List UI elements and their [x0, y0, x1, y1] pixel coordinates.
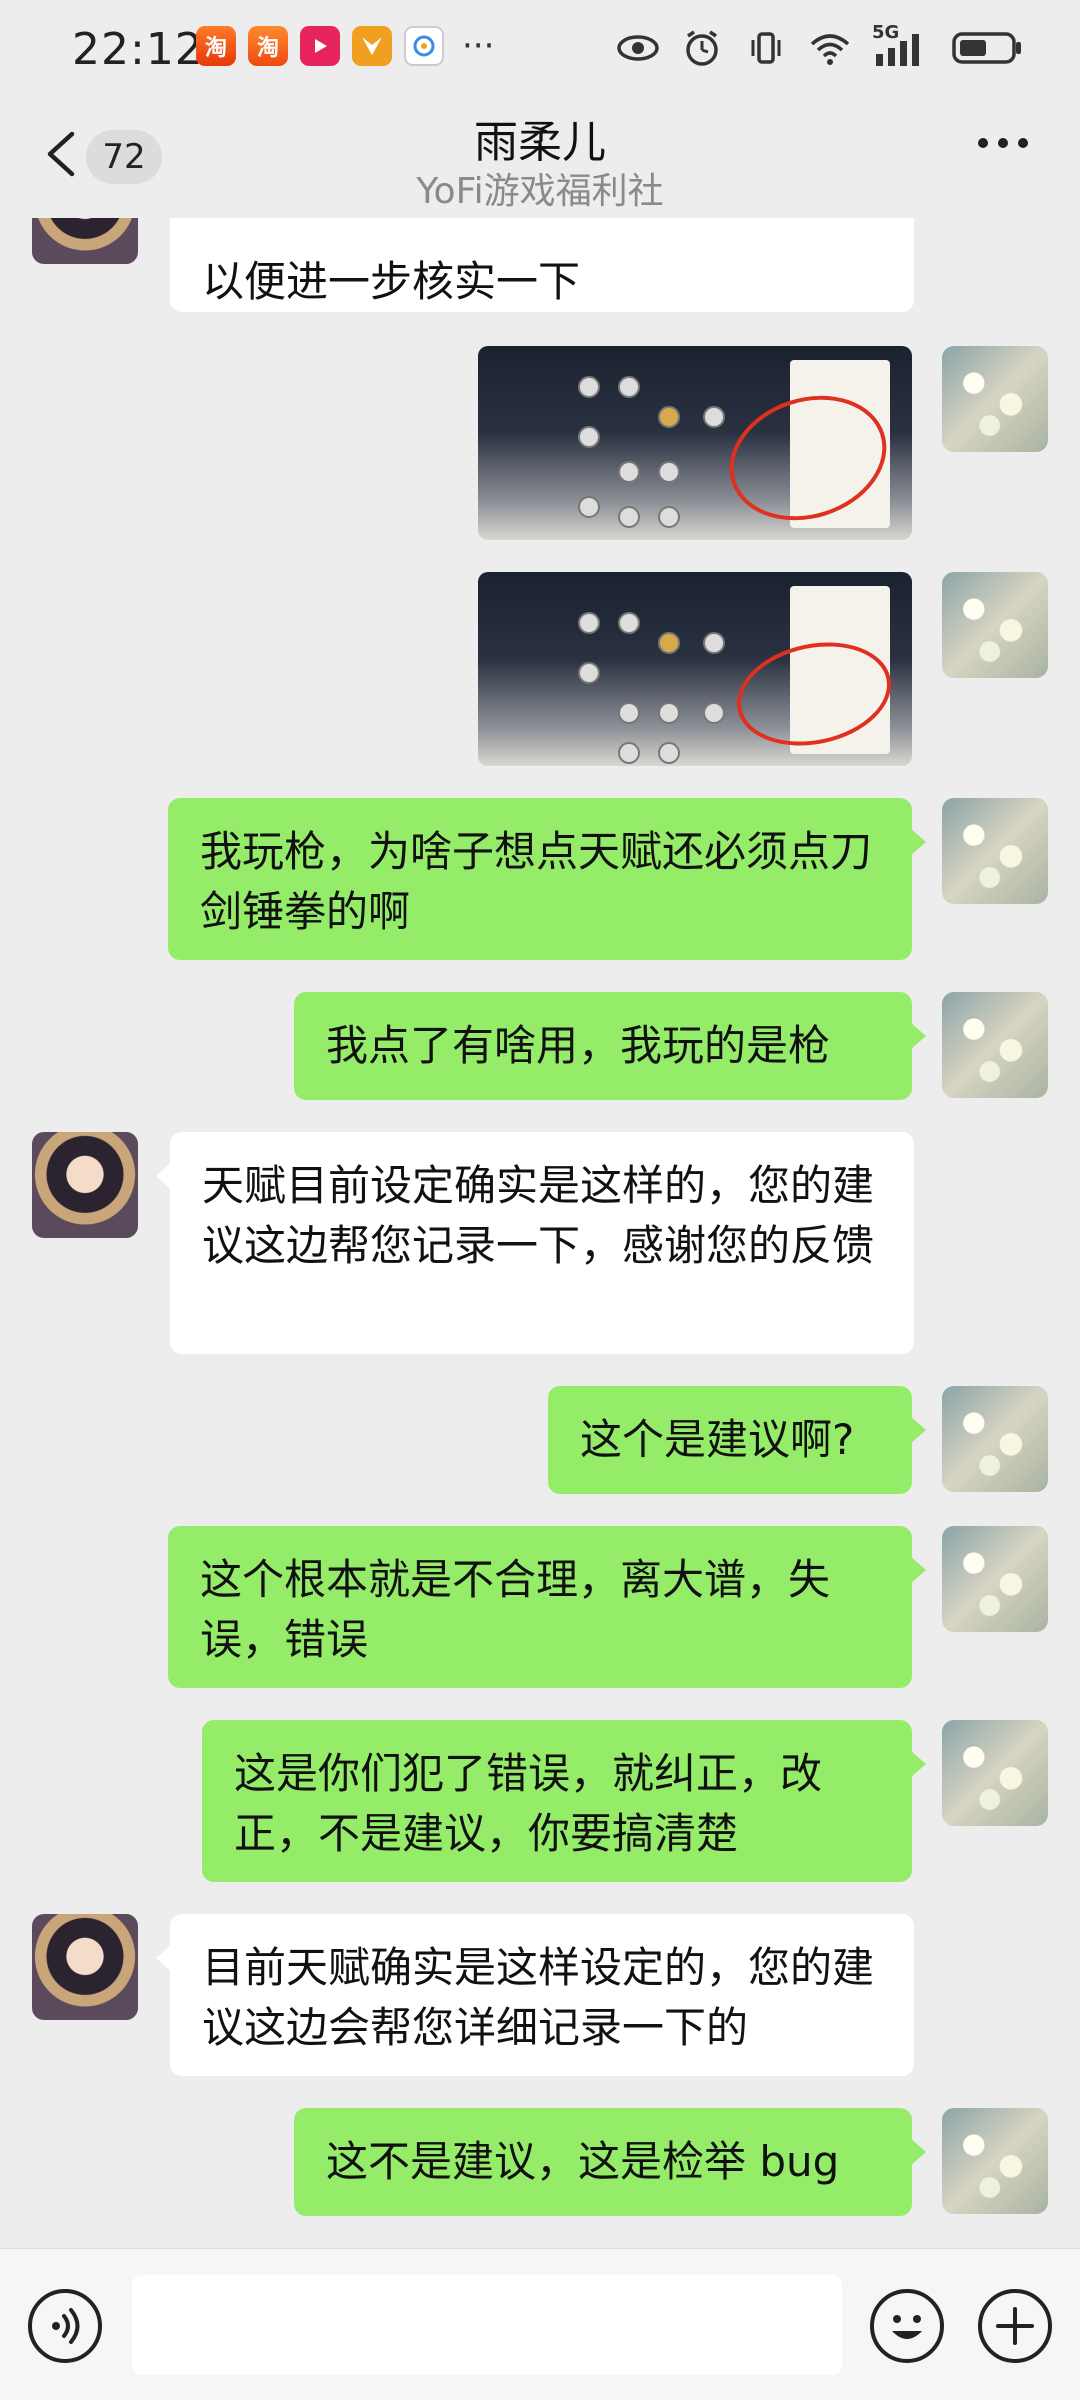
cellular-signal-icon: 5G [872, 22, 932, 68]
outgoing-message[interactable]: 这个是建议啊? [548, 1386, 926, 1494]
skill-node-icon [578, 426, 600, 448]
message-text: 目前天赋确实是这样设定的，您的建议这边会帮您详细记录一下的 [202, 1943, 875, 2052]
chat-subtitle: YoFi游戏福利社 [416, 171, 664, 212]
outgoing-message[interactable]: 我点了有啥用，我玩的是枪 [294, 992, 926, 1100]
emoji-icon [892, 2315, 922, 2339]
fox-icon [352, 26, 392, 66]
my-avatar[interactable] [942, 1720, 1048, 1826]
input-bar [0, 2248, 1080, 2400]
message-text: 这是你们犯了错误，就纠正，改正，不是建议，你要搞清楚 [234, 1749, 823, 1858]
message-list[interactable]: 以便进一步核实一下 我玩枪，为啥子想点天赋还必须点刀剑锤拳的啊 我点了有啥用，我… [0, 218, 1080, 2248]
message-text: 天赋目前设定确实是这样的，您的建议这边帮您记录一下，感谢您的反馈 [202, 1161, 875, 1270]
skill-node-icon [578, 662, 600, 684]
plus-icon [996, 2307, 1034, 2345]
incoming-message[interactable]: 目前天赋确实是这样设定的，您的建议这边会帮您详细记录一下的 [156, 1914, 914, 2076]
message-text: 以便进一步核实一下 [202, 257, 581, 306]
skill-node-icon [618, 506, 640, 528]
emoji-button[interactable] [870, 2289, 944, 2363]
chat-screen: 22:12 淘 淘 ··· 5G 72 雨柔儿 YoFi游戏福利社 以便进一步核… [0, 0, 1080, 2400]
message-text: 这个根本就是不合理，离大谱，失误，错误 [200, 1555, 831, 1664]
skill-node-icon [618, 461, 640, 483]
video-icon [300, 26, 340, 66]
skill-node-icon [658, 632, 680, 654]
alarm-icon [680, 28, 724, 68]
my-avatar[interactable] [942, 798, 1048, 904]
skill-node-icon [658, 702, 680, 724]
chat-title: 雨柔儿 [474, 117, 606, 168]
my-avatar[interactable] [942, 346, 1048, 452]
vibrate-icon [744, 28, 788, 68]
skill-node-icon [618, 376, 640, 398]
screenshot-skill-tree [528, 592, 772, 764]
browser-icon [404, 26, 444, 66]
message-text: 我点了有啥用，我玩的是枪 [326, 1021, 831, 1070]
my-avatar[interactable] [942, 572, 1048, 678]
message-input[interactable] [132, 2275, 842, 2375]
skill-node-icon [618, 742, 640, 764]
more-dot-icon [998, 138, 1008, 148]
skill-node-icon [578, 376, 600, 398]
skill-node-icon [658, 406, 680, 428]
message-text: 这个是建议啊? [580, 1415, 855, 1464]
status-bar: 22:12 淘 淘 ··· 5G [0, 0, 1080, 100]
battery-icon [952, 28, 1024, 68]
skill-node-icon [578, 612, 600, 634]
skill-node-icon [578, 496, 600, 518]
outgoing-message[interactable]: 这是你们犯了错误，就纠正，改正，不是建议，你要搞清楚 [202, 1720, 926, 1882]
skill-node-icon [703, 702, 725, 724]
chat-header: 72 雨柔儿 YoFi游戏福利社 [0, 100, 1080, 218]
skill-node-icon [658, 742, 680, 764]
outgoing-message[interactable]: 我玩枪，为啥子想点天赋还必须点刀剑锤拳的啊 [168, 798, 926, 960]
contact-avatar[interactable] [32, 1132, 138, 1238]
outgoing-message[interactable]: 这不是建议，这是检举 bug [294, 2108, 926, 2216]
more-options-button[interactable] [978, 138, 1028, 148]
contact-avatar[interactable] [32, 218, 138, 264]
skill-node-icon [618, 612, 640, 634]
network-type-label: 5G [872, 22, 900, 43]
my-avatar[interactable] [942, 992, 1048, 1098]
voice-input-button[interactable] [28, 2289, 102, 2363]
more-dot-icon [978, 138, 988, 148]
more-notifications-icon: ··· [462, 26, 495, 66]
system-icons: 5G [616, 22, 1024, 68]
eye-icon [616, 28, 660, 68]
message-text: 我玩枪，为啥子想点天赋还必须点刀剑锤拳的啊 [200, 827, 873, 936]
more-features-button[interactable] [978, 2289, 1052, 2363]
more-dot-icon [1018, 138, 1028, 148]
my-avatar[interactable] [942, 1526, 1048, 1632]
voice-icon [52, 2308, 80, 2344]
taobao-icon: 淘 [248, 26, 288, 66]
status-time: 22:12 [72, 24, 204, 75]
taobao-icon: 淘 [196, 26, 236, 66]
skill-node-icon [703, 406, 725, 428]
my-avatar[interactable] [942, 1386, 1048, 1492]
skill-node-icon [618, 702, 640, 724]
my-avatar[interactable] [942, 2108, 1048, 2214]
skill-node-icon [703, 632, 725, 654]
contact-avatar[interactable] [32, 1914, 138, 2020]
image-message[interactable] [478, 346, 912, 540]
incoming-message[interactable]: 天赋目前设定确实是这样的，您的建议这边帮您记录一下，感谢您的反馈 [156, 1132, 914, 1354]
image-message[interactable] [478, 572, 912, 766]
skill-node-icon [658, 506, 680, 528]
notification-icons: 淘 淘 ··· [196, 26, 494, 66]
incoming-message[interactable]: 以便进一步核实一下 [170, 218, 914, 312]
wifi-icon [808, 28, 852, 68]
message-text: 这不是建议，这是检举 bug [326, 2137, 840, 2186]
outgoing-message[interactable]: 这个根本就是不合理，离大谱，失误，错误 [168, 1526, 926, 1688]
skill-node-icon [658, 461, 680, 483]
